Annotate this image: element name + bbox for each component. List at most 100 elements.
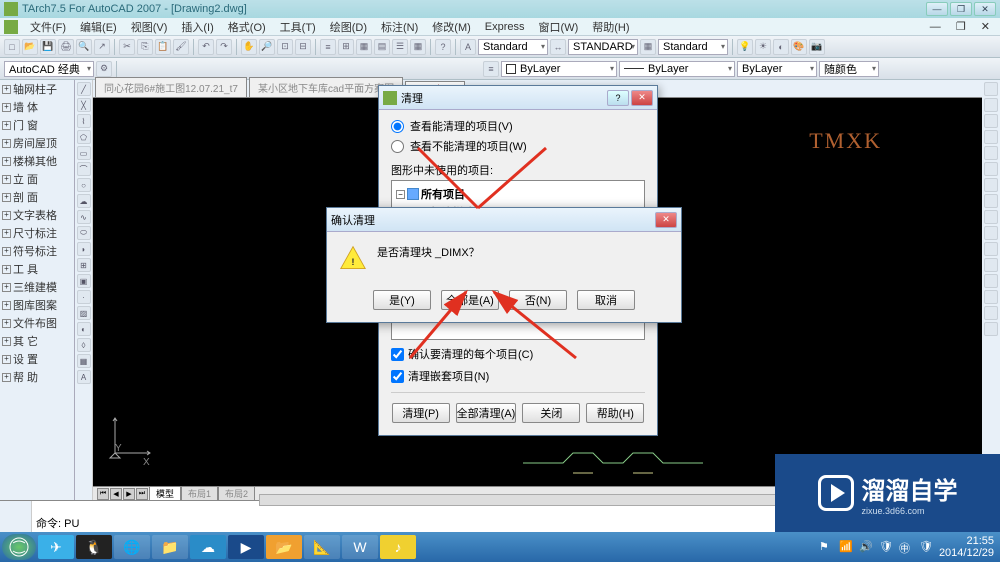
taskbar-app-autocad[interactable]: 📐 xyxy=(304,535,340,559)
confirm-close-button[interactable]: ✕ xyxy=(655,212,677,228)
pan-icon[interactable]: ✋ xyxy=(241,39,257,55)
menu-format[interactable]: 格式(O) xyxy=(222,18,272,36)
menu-edit[interactable]: 编辑(E) xyxy=(74,18,123,36)
open-icon[interactable]: 📂 xyxy=(22,39,38,55)
cut-icon[interactable]: ✂ xyxy=(119,39,135,55)
tray-volume-icon[interactable]: 🔊 xyxy=(859,540,873,554)
tray-shield-icon[interactable]: 🛡 xyxy=(879,540,893,554)
preview-icon[interactable]: 🔍 xyxy=(76,39,92,55)
panel-item-elevation[interactable]: +立 面 xyxy=(0,170,74,188)
paste-icon[interactable]: 📋 xyxy=(155,39,171,55)
new-icon[interactable]: □ xyxy=(4,39,20,55)
purge-all-button[interactable]: 全部清理(A) xyxy=(456,403,517,423)
panel-item-settings[interactable]: +设 置 xyxy=(0,350,74,368)
doc-tab-1[interactable]: 同心花园6#施工图12.07.21_t7 xyxy=(95,77,247,97)
menu-modify[interactable]: 修改(M) xyxy=(426,18,477,36)
copy-obj-icon[interactable] xyxy=(984,98,998,112)
ellipse-icon[interactable]: ⬭ xyxy=(77,226,91,240)
taskbar-app-1[interactable]: ✈ xyxy=(38,535,74,559)
taskbar-app-explorer[interactable]: 📁 xyxy=(152,535,188,559)
menu-insert[interactable]: 插入(I) xyxy=(175,18,219,36)
redo-icon[interactable]: ↷ xyxy=(216,39,232,55)
menu-tools[interactable]: 工具(T) xyxy=(274,18,322,36)
textstyle-icon[interactable]: A xyxy=(460,39,476,55)
model-tab[interactable]: 模型 xyxy=(149,486,181,501)
menu-dimension[interactable]: 标注(N) xyxy=(375,18,424,36)
panel-item-wall[interactable]: +墙 体 xyxy=(0,98,74,116)
fillet-icon[interactable] xyxy=(984,306,998,320)
pline-icon[interactable]: ⌇ xyxy=(77,114,91,128)
layer-combo[interactable]: ByLayer xyxy=(501,61,617,77)
minimize-button[interactable]: — xyxy=(926,2,948,16)
panel-item-tools[interactable]: +工 具 xyxy=(0,260,74,278)
spline-icon[interactable]: ∿ xyxy=(77,210,91,224)
linetype-combo[interactable]: ByLayer xyxy=(619,61,735,77)
taskbar-app-browser[interactable]: 🌐 xyxy=(114,535,150,559)
move-icon[interactable] xyxy=(984,162,998,176)
tab-prev-icon[interactable]: ◀ xyxy=(110,488,122,500)
markup-icon[interactable]: ☰ xyxy=(392,39,408,55)
menu-express[interactable]: Express xyxy=(479,20,531,34)
join-icon[interactable] xyxy=(984,274,998,288)
plotstyle-combo[interactable]: 随颜色 xyxy=(819,61,879,77)
taskbar-app-folder[interactable]: 📂 xyxy=(266,535,302,559)
purge-close-button-2[interactable]: 关闭 xyxy=(522,403,580,423)
trim-icon[interactable] xyxy=(984,226,998,240)
tab-last-icon[interactable]: ⏭ xyxy=(136,488,148,500)
doc-close-button[interactable]: ✕ xyxy=(975,20,996,34)
menu-window[interactable]: 窗口(W) xyxy=(533,18,585,36)
textstyle-combo[interactable]: Standard xyxy=(478,39,548,55)
tray-date[interactable]: 2014/12/29 xyxy=(939,547,994,559)
line-icon[interactable]: ╱ xyxy=(77,82,91,96)
break-icon[interactable] xyxy=(984,258,998,272)
match-icon[interactable]: 🖌 xyxy=(173,39,189,55)
explode-icon[interactable] xyxy=(984,322,998,336)
tablestyle-icon[interactable]: ▦ xyxy=(640,39,656,55)
radio-viewable[interactable]: 查看能清理的项目(V) xyxy=(391,118,645,134)
layer-props-icon[interactable]: ≡ xyxy=(483,61,499,77)
hatch-icon[interactable]: ▨ xyxy=(77,306,91,320)
help-icon[interactable]: ? xyxy=(435,39,451,55)
render-icon[interactable]: 🎨 xyxy=(791,39,807,55)
properties-icon[interactable]: ≡ xyxy=(320,39,336,55)
layout1-tab[interactable]: 布局1 xyxy=(181,486,218,501)
polygon-icon[interactable]: ⬠ xyxy=(77,130,91,144)
tray-ime-icon[interactable]: ㊥ xyxy=(899,540,913,554)
revcloud-icon[interactable]: ☁ xyxy=(77,194,91,208)
yes-button[interactable]: 是(Y) xyxy=(373,290,431,310)
dimstyle-icon[interactable]: ↔ xyxy=(550,39,566,55)
menu-help[interactable]: 帮助(H) xyxy=(586,18,635,36)
panel-item-symbol[interactable]: +符号标注 xyxy=(0,242,74,260)
start-button[interactable] xyxy=(2,534,36,560)
calc-icon[interactable]: ▦ xyxy=(410,39,426,55)
tab-first-icon[interactable]: ⏮ xyxy=(97,488,109,500)
panel-item-room[interactable]: +房间屋顶 xyxy=(0,134,74,152)
tray-network-icon[interactable]: 📶 xyxy=(839,540,853,554)
toolpalette-icon[interactable]: ▦ xyxy=(356,39,372,55)
purge-help-button[interactable]: ? xyxy=(607,90,629,106)
doc-restore-button[interactable]: ❐ xyxy=(950,20,972,34)
ellipsearc-icon[interactable]: ◗ xyxy=(77,242,91,256)
zoom-window-icon[interactable]: ⊡ xyxy=(277,39,293,55)
stretch-icon[interactable] xyxy=(984,210,998,224)
panel-item-3d[interactable]: +三维建模 xyxy=(0,278,74,296)
tablestyle-combo[interactable]: Standard xyxy=(658,39,728,55)
dimstyle-combo[interactable]: STANDARD xyxy=(568,39,638,55)
doc-minimize-button[interactable]: — xyxy=(924,20,947,34)
region-icon[interactable]: ◊ xyxy=(77,338,91,352)
tray-flag-icon[interactable]: ⚑ xyxy=(819,540,833,554)
camera-icon[interactable]: 📷 xyxy=(809,39,825,55)
taskbar-app-qq[interactable]: 🐧 xyxy=(76,535,112,559)
panel-item-help[interactable]: +帮 助 xyxy=(0,368,74,386)
menu-view[interactable]: 视图(V) xyxy=(125,18,174,36)
array-icon[interactable] xyxy=(984,146,998,160)
arc-icon[interactable]: ⌒ xyxy=(77,162,91,176)
print-icon[interactable]: 🖨 xyxy=(58,39,74,55)
yes-all-button[interactable]: 全部是(A) xyxy=(441,290,499,310)
rect-icon[interactable]: ▭ xyxy=(77,146,91,160)
undo-icon[interactable]: ↶ xyxy=(198,39,214,55)
panel-item-stair[interactable]: +楼梯其他 xyxy=(0,152,74,170)
panel-item-dim[interactable]: +尺寸标注 xyxy=(0,224,74,242)
offset-icon[interactable] xyxy=(984,130,998,144)
publish-icon[interactable]: ↗ xyxy=(94,39,110,55)
